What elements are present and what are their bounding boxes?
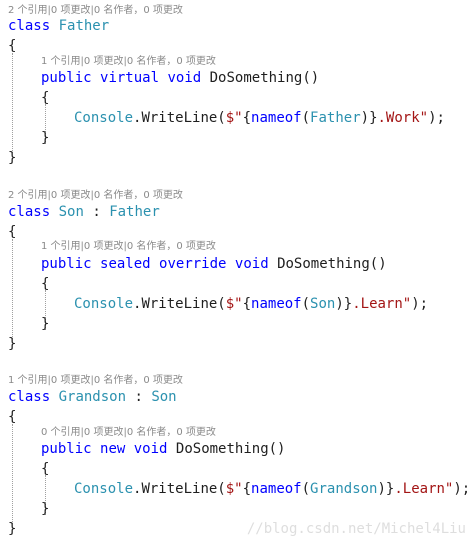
string-prefix: $"	[225, 296, 243, 312]
keyword-sealed: sealed	[100, 256, 151, 272]
brace-open: {	[41, 461, 50, 477]
brace-close: }	[41, 130, 50, 146]
brace-close: }	[8, 521, 17, 537]
keyword-void: void	[167, 70, 202, 86]
codelens-grandson-class[interactable]: 1 个引用|0 项更改|0 名作者，0 项更改	[8, 374, 183, 388]
indent-guide	[12, 53, 13, 153]
brace-close: }	[8, 150, 17, 166]
watermark: //blog.csdn.net/Michel4Liu	[246, 521, 466, 537]
class-ref-father[interactable]: Father	[310, 110, 361, 126]
base-class-son[interactable]: Son	[151, 389, 176, 405]
string-suffix: .Work"	[377, 110, 429, 126]
codelens-father-method[interactable]: 1 个引用|0 项更改|0 名作者，0 项更改	[41, 55, 216, 69]
brace-open: {	[41, 90, 50, 106]
brace-close: }	[41, 501, 50, 517]
class-name-father[interactable]: Father	[59, 18, 110, 34]
brace-open: {	[41, 276, 50, 292]
inherit-colon: :	[83, 204, 110, 220]
statement-writeline-son: Console.WriteLine($"{nameof(Son)}.Learn"…	[74, 294, 428, 314]
interp-close: }	[343, 296, 353, 312]
codelens-son-class[interactable]: 2 个引用|0 项更改|0 名作者，0 项更改	[8, 189, 183, 203]
codelens-son-method[interactable]: 1 个引用|0 项更改|0 名作者，0 项更改	[41, 240, 216, 254]
indent-guide	[12, 424, 13, 524]
paren-open: (	[301, 481, 311, 497]
keyword-nameof: nameof	[251, 110, 302, 126]
keyword-nameof: nameof	[251, 481, 302, 497]
code-editor[interactable]: 2 个引用|0 项更改|0 名作者，0 项更改 class Father { 1…	[0, 0, 474, 547]
interp-open: {	[242, 481, 252, 497]
string-suffix: .Learn"	[352, 296, 412, 312]
base-class-father[interactable]: Father	[109, 204, 160, 220]
brace-close: }	[41, 316, 50, 332]
class-name-grandson[interactable]: Grandson	[59, 389, 126, 405]
keyword-override: override	[159, 256, 227, 272]
string-prefix: $"	[225, 110, 243, 126]
paren-open: (	[301, 110, 311, 126]
brace-open: {	[8, 224, 17, 240]
type-console[interactable]: Console	[74, 110, 133, 126]
statement-writeline-grandson: Console.WriteLine($"{nameof(Grandson)}.L…	[74, 479, 470, 499]
method-name[interactable]: DoSomething()	[176, 441, 286, 457]
string-prefix: $"	[225, 481, 243, 497]
method-declaration-grandson: public new void DoSomething()	[41, 439, 285, 459]
paren-open: (	[301, 296, 311, 312]
method-writeline: .WriteLine(	[133, 110, 226, 126]
statement-writeline-father: Console.WriteLine($"{nameof(Father)}.Wor…	[74, 108, 445, 128]
keyword-nameof: nameof	[251, 296, 302, 312]
paren-close: )	[377, 481, 386, 497]
paren-close: )	[360, 110, 370, 126]
keyword-new: new	[100, 441, 126, 457]
interp-open: {	[242, 296, 252, 312]
method-writeline: .WriteLine(	[133, 296, 226, 312]
type-console[interactable]: Console	[74, 296, 133, 312]
interp-close: }	[369, 110, 378, 126]
call-end: );	[453, 481, 471, 497]
method-declaration-father: public virtual void DoSomething()	[41, 68, 319, 88]
method-writeline: .WriteLine(	[133, 481, 226, 497]
paren-close: )	[335, 296, 344, 312]
string-suffix: .Learn"	[394, 481, 454, 497]
keyword-class: class	[8, 204, 51, 220]
method-declaration-son: public sealed override void DoSomething(…	[41, 254, 387, 274]
class-declaration-grandson: class Grandson : Son	[8, 387, 177, 407]
keyword-public: public	[41, 70, 92, 86]
codelens-grandson-method[interactable]: 0 个引用|0 项更改|0 名作者，0 项更改	[41, 426, 216, 440]
call-end: );	[411, 296, 429, 312]
keyword-virtual: virtual	[100, 70, 160, 86]
keyword-class: class	[8, 18, 51, 34]
keyword-void: void	[133, 441, 168, 457]
class-ref-son[interactable]: Son	[310, 296, 335, 312]
class-ref-grandson[interactable]: Grandson	[310, 481, 377, 497]
keyword-void: void	[234, 256, 269, 272]
indent-guide	[12, 239, 13, 339]
method-name[interactable]: DoSomething()	[210, 70, 320, 86]
inherit-colon: :	[126, 389, 152, 405]
call-end: );	[428, 110, 445, 126]
class-declaration-son: class Son : Father	[8, 202, 160, 222]
brace-open: {	[8, 409, 17, 425]
brace-close: }	[8, 336, 17, 352]
class-declaration-father: class Father	[8, 16, 109, 36]
keyword-public: public	[41, 441, 92, 457]
class-name-son[interactable]: Son	[59, 204, 84, 220]
brace-open: {	[8, 38, 17, 54]
interp-open: {	[242, 110, 252, 126]
type-console[interactable]: Console	[74, 481, 133, 497]
method-name[interactable]: DoSomething()	[277, 256, 387, 272]
keyword-public: public	[41, 256, 92, 272]
keyword-class: class	[8, 389, 51, 405]
